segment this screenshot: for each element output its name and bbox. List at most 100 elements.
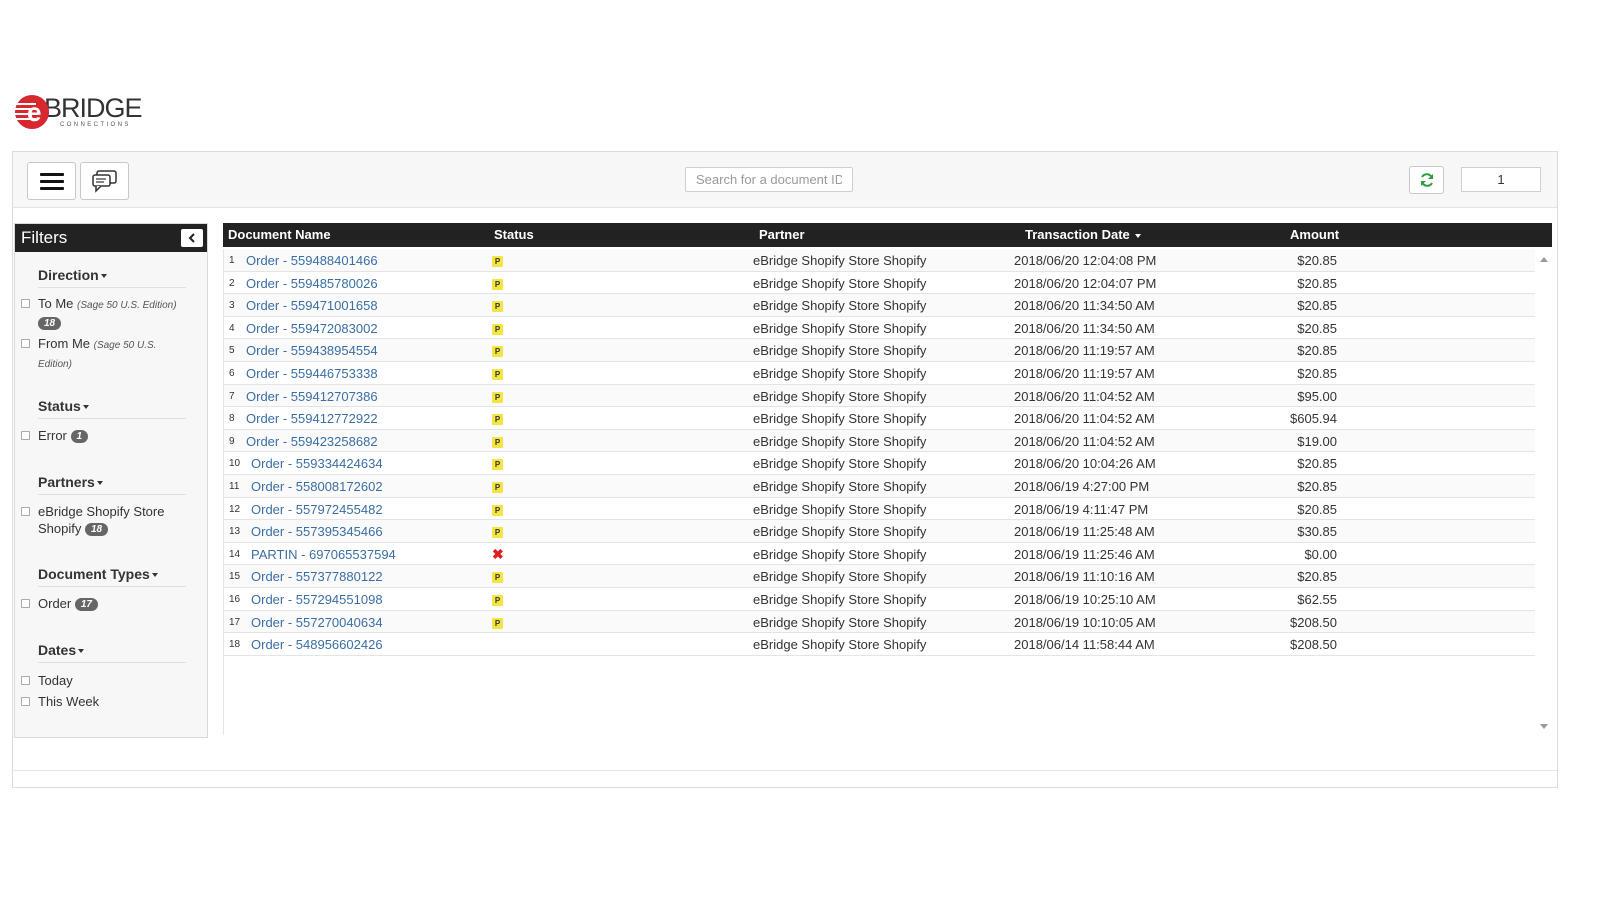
table-row[interactable]: 3 Order - 559471001658 PeBridge Shopify St…: [224, 294, 1535, 317]
collapse-filters-button[interactable]: [181, 229, 203, 247]
document-search-input[interactable]: [685, 167, 853, 192]
row-number: 15: [229, 571, 241, 583]
partner-cell: eBridge Shopify Store Shopify: [753, 275, 927, 291]
filter-item-to-me[interactable]: To Me (Sage 50 U.S. Edition) 18: [21, 295, 191, 331]
document-link[interactable]: Order - 557972455482: [251, 502, 383, 517]
document-link[interactable]: Order - 559472083002: [246, 321, 378, 336]
pending-status-icon: P: [492, 527, 503, 539]
filter-item-error[interactable]: Error 1: [21, 427, 191, 444]
filter-group-title[interactable]: Status: [38, 398, 186, 419]
scroll-down-icon[interactable]: [1540, 724, 1548, 729]
count-badge: 1: [70, 430, 89, 444]
checkbox[interactable]: [21, 507, 30, 516]
partner-cell: eBridge Shopify Store Shopify: [753, 433, 927, 449]
checkbox[interactable]: [21, 676, 30, 685]
table-row[interactable]: 7 Order - 559412707386 PeBridge Shopify St…: [224, 384, 1535, 408]
table-header: Document Name Status Partner Transaction…: [223, 223, 1552, 247]
table-row[interactable]: 2 Order - 559485780026 PeBridge Shopify St…: [224, 271, 1535, 295]
table-row[interactable]: 6 Order - 559446753338 PeBridge Shopify St…: [224, 361, 1535, 385]
filter-item-today[interactable]: Today: [21, 672, 191, 689]
page-number-input[interactable]: 1: [1461, 167, 1541, 192]
table-row[interactable]: 4 Order - 559472083002 PeBridge Shopify St…: [224, 316, 1535, 340]
document-link[interactable]: Order - 557294551098: [251, 592, 383, 607]
caret-down-icon: [82, 405, 89, 410]
column-header-transaction-date[interactable]: Transaction Date: [1025, 227, 1142, 242]
filter-item-order[interactable]: Order 17: [21, 595, 191, 612]
table-row[interactable]: 8 Order - 559412772922 PeBridge Shopify St…: [224, 407, 1535, 430]
table-scrollbar[interactable]: [1536, 249, 1552, 735]
filter-group-title[interactable]: Partners: [38, 474, 186, 495]
checkbox[interactable]: [21, 339, 30, 348]
amount-cell: $20.85: [1297, 320, 1337, 336]
svg-text:e: e: [27, 97, 41, 127]
amount-cell: $20.85: [1297, 478, 1337, 494]
filter-item-partner[interactable]: eBridge Shopify Store Shopify 18: [21, 503, 191, 537]
partner-cell: eBridge Shopify Store Shopify: [753, 501, 927, 517]
filter-group-title[interactable]: Direction: [38, 267, 186, 288]
sort-caret-icon: [1135, 233, 1142, 238]
table-row[interactable]: 18 Order - 548956602426 eBridge Shopify St…: [224, 633, 1535, 656]
checkbox[interactable]: [21, 599, 30, 608]
filters-title: Filters: [21, 228, 68, 247]
filter-group-title[interactable]: Dates: [38, 642, 186, 663]
table-row[interactable]: 16 Order - 557294551098 PeBridge Shopify S…: [224, 587, 1535, 611]
count-badge: 17: [74, 598, 98, 612]
document-link[interactable]: Order - 558008172602: [251, 479, 383, 494]
transaction-date-cell: 2018/06/20 11:34:50 AM: [1014, 320, 1155, 336]
chat-button[interactable]: [80, 162, 129, 200]
document-link[interactable]: Order - 559412772922: [246, 411, 378, 426]
document-link[interactable]: Order - 559334424634: [251, 456, 383, 471]
document-link[interactable]: Order - 559446753338: [246, 366, 378, 381]
row-number: 13: [229, 526, 241, 538]
table-row[interactable]: 15 Order - 557377880122 PeBridge Shopify S…: [224, 565, 1535, 588]
refresh-button[interactable]: [1409, 166, 1444, 194]
table-row[interactable]: 13 Order - 557395345466 PeBridge Shopify S…: [224, 520, 1535, 543]
pending-status-icon: P: [492, 368, 503, 380]
chat-icon: [91, 170, 117, 193]
amount-cell: $19.00: [1297, 433, 1337, 449]
table-row[interactable]: 12 Order - 557972455482 PeBridge Shopify S…: [224, 497, 1535, 521]
table-row[interactable]: 14 PARTIN - 697065537594 ✖ eBridge Shopify …: [224, 542, 1535, 566]
checkbox[interactable]: [21, 299, 30, 308]
column-header-partner[interactable]: Partner: [759, 227, 805, 242]
document-link[interactable]: PARTIN - 697065537594: [251, 547, 396, 562]
scroll-up-icon[interactable]: [1540, 257, 1548, 262]
column-header-status[interactable]: Status: [494, 227, 534, 242]
document-link[interactable]: Order - 559423258682: [246, 434, 378, 449]
table-row[interactable]: 9 Order - 559423258682 PeBridge Shopify St…: [224, 429, 1535, 453]
table-row[interactable]: 17 Order - 557270040634 PeBridge Shopify S…: [224, 610, 1535, 634]
table-row[interactable]: 1 Order - 559488401466 PeBridge Shopify St…: [224, 249, 1535, 272]
amount-cell: $0.00: [1304, 546, 1337, 562]
pending-status-icon: P: [492, 572, 503, 584]
table-row[interactable]: 10 Order - 559334424634 PeBridge Shopify S…: [224, 452, 1535, 475]
document-link[interactable]: Order - 557377880122: [251, 569, 383, 584]
column-header-document-name[interactable]: Document Name: [228, 227, 331, 242]
amount-cell: $208.50: [1290, 637, 1337, 653]
transaction-date-cell: 2018/06/20 10:04:26 AM: [1014, 456, 1156, 472]
filter-item-this-week[interactable]: This Week: [21, 693, 191, 710]
pending-status-icon: P: [492, 617, 503, 629]
chevron-left-icon: [188, 233, 195, 243]
document-link[interactable]: Order - 559485780026: [246, 276, 378, 291]
table-body: 1 Order - 559488401466 PeBridge Shopify St…: [223, 249, 1535, 735]
column-header-amount[interactable]: Amount: [1290, 227, 1339, 242]
document-link[interactable]: Order - 559471001658: [246, 298, 378, 313]
document-link[interactable]: Order - 559488401466: [246, 253, 378, 268]
menu-button[interactable]: [27, 162, 76, 200]
document-link[interactable]: Order - 548956602426: [251, 637, 383, 652]
transaction-date-cell: 2018/06/19 4:27:00 PM: [1014, 478, 1150, 494]
transaction-date-cell: 2018/06/19 10:10:05 AM: [1014, 614, 1156, 630]
checkbox[interactable]: [21, 697, 30, 706]
amount-cell: $605.94: [1290, 411, 1337, 427]
document-link[interactable]: Order - 557270040634: [251, 615, 383, 630]
table-row[interactable]: 5 Order - 559438954554 PeBridge Shopify St…: [224, 339, 1535, 362]
table-row[interactable]: 11 Order - 558008172602 PeBridge Shopify S…: [224, 474, 1535, 498]
ebridge-logo: e BRIDGE CONNECTIONS: [14, 94, 143, 130]
hamburger-icon: [39, 169, 64, 194]
filter-item-from-me[interactable]: From Me (Sage 50 U.S. Edition): [21, 335, 191, 373]
document-link[interactable]: Order - 559412707386: [246, 389, 378, 404]
filter-group-title[interactable]: Document Types: [38, 566, 186, 587]
document-link[interactable]: Order - 559438954554: [246, 343, 378, 358]
document-link[interactable]: Order - 557395345466: [251, 524, 383, 539]
checkbox[interactable]: [21, 431, 30, 440]
